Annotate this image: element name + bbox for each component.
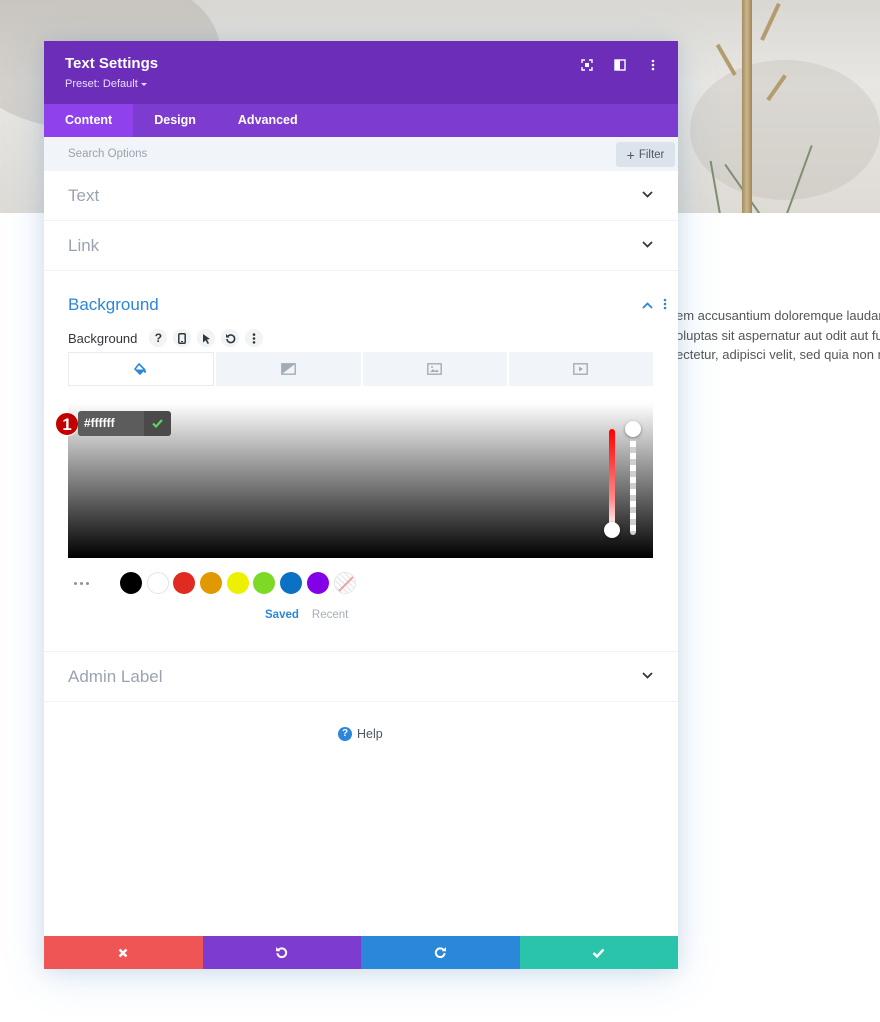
hover-cursor-icon[interactable] xyxy=(197,329,216,347)
swatch-yellow[interactable] xyxy=(226,572,249,594)
page-text-line: ectetur, adipisci velit, sed quia non nu xyxy=(676,347,880,362)
recent-colors-tab[interactable]: Recent xyxy=(312,609,348,621)
search-options-input[interactable] xyxy=(58,142,598,166)
step-badge: 1 xyxy=(55,412,79,436)
filter-label: Filter xyxy=(638,148,665,161)
help-label: Help xyxy=(357,727,383,741)
tab-content[interactable]: Content xyxy=(44,104,134,137)
background-field-label: Background xyxy=(68,330,138,346)
more-vertical-icon[interactable] xyxy=(245,329,264,347)
swatch-blue[interactable] xyxy=(280,572,303,594)
hue-slider-handle[interactable] xyxy=(604,522,620,538)
search-row: + Filter xyxy=(44,137,678,171)
hue-slider[interactable] xyxy=(609,429,615,529)
section-background-label[interactable]: Background xyxy=(68,295,159,315)
text-settings-modal: Text Settings Preset: Default Content De… xyxy=(44,41,678,969)
check-icon xyxy=(592,948,605,958)
opacity-slider-handle[interactable] xyxy=(625,421,641,437)
section-link[interactable]: Link xyxy=(44,221,678,271)
opacity-slider[interactable] xyxy=(630,429,636,535)
section-link-label: Link xyxy=(68,236,100,255)
close-icon xyxy=(118,948,128,957)
page-text-line: em accusantium doloremque laudant xyxy=(676,308,880,323)
section-text[interactable]: Text xyxy=(44,171,678,221)
help-link[interactable]: ? Help xyxy=(338,727,383,741)
hex-color-input[interactable]: #ffffff xyxy=(78,411,144,436)
chevron-down-icon xyxy=(642,672,653,679)
page-text-line: oluptas sit aspernatur aut odit aut fug xyxy=(676,327,880,343)
section-admin-label[interactable]: Admin Label xyxy=(44,652,678,702)
section-admin-label-label: Admin Label xyxy=(68,667,163,686)
discard-button[interactable] xyxy=(44,936,203,969)
reset-icon[interactable] xyxy=(221,329,240,347)
plus-icon: + xyxy=(626,146,635,163)
sidebar-layout-icon[interactable] xyxy=(610,55,629,74)
color-fill-icon xyxy=(134,362,147,375)
chevron-down-icon xyxy=(642,241,653,248)
filter-button[interactable]: + Filter xyxy=(616,142,675,167)
background-field-row: Background ? xyxy=(68,329,264,347)
undo-icon xyxy=(276,947,288,959)
mobile-icon[interactable] xyxy=(173,329,192,347)
modal-footer xyxy=(44,936,678,969)
caret-down-icon xyxy=(140,82,147,86)
settings-tabs: Content Design Advanced xyxy=(44,104,678,137)
gradient-icon xyxy=(280,363,296,375)
help-circle-icon: ? xyxy=(338,727,352,741)
undo-button[interactable] xyxy=(202,936,361,969)
bg-type-color[interactable] xyxy=(68,352,215,386)
more-horizontal-icon[interactable] xyxy=(74,581,102,585)
more-vertical-icon[interactable] xyxy=(643,55,662,74)
redo-button[interactable] xyxy=(361,936,520,969)
section-text-label: Text xyxy=(68,186,100,205)
swatch-orange[interactable] xyxy=(200,572,223,594)
more-vertical-icon[interactable] xyxy=(663,298,667,310)
chevron-down-icon xyxy=(642,191,653,198)
swatch-source-toggle: Saved Recent xyxy=(265,609,348,621)
bg-type-gradient[interactable] xyxy=(216,352,361,386)
chevron-up-icon[interactable] xyxy=(642,302,653,309)
expand-icon[interactable] xyxy=(577,55,596,74)
background-page-text: em accusantium doloremque laudant olupta… xyxy=(676,306,880,365)
redo-icon xyxy=(434,947,446,959)
section-background: Background Background ? 1 #ffffff Saved … xyxy=(44,271,678,652)
bg-type-video[interactable] xyxy=(508,352,653,386)
swatch-transparent[interactable] xyxy=(333,572,356,594)
preset-label: Preset: Default xyxy=(65,78,138,90)
color-picker-area[interactable]: 1 #ffffff xyxy=(55,403,653,558)
swatch-red[interactable] xyxy=(173,572,196,594)
swatch-purple[interactable] xyxy=(306,572,329,594)
tab-design[interactable]: Design xyxy=(133,104,217,137)
swatch-white[interactable] xyxy=(146,572,169,594)
help-icon[interactable]: ? xyxy=(149,329,168,347)
tab-advanced[interactable]: Advanced xyxy=(217,104,319,137)
modal-title: Text Settings xyxy=(65,55,159,72)
preset-dropdown[interactable]: Preset: Default xyxy=(65,78,147,90)
video-icon xyxy=(573,363,589,375)
confirm-color-button[interactable] xyxy=(144,411,171,436)
save-button[interactable] xyxy=(519,936,678,969)
swatch-black[interactable] xyxy=(120,572,142,594)
saved-colors-tab[interactable]: Saved xyxy=(265,609,299,621)
color-swatches xyxy=(72,572,360,594)
modal-header: Text Settings Preset: Default xyxy=(44,41,678,104)
check-icon xyxy=(152,419,163,428)
bg-type-image[interactable] xyxy=(362,352,507,386)
background-type-tabs xyxy=(68,352,653,386)
image-icon xyxy=(427,363,443,375)
swatch-green[interactable] xyxy=(253,572,276,594)
